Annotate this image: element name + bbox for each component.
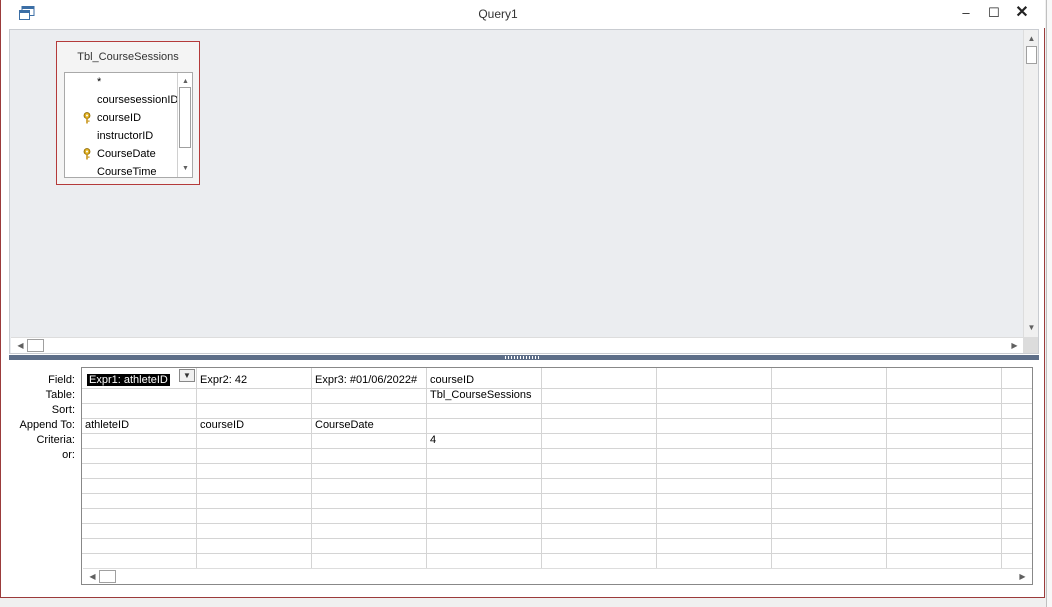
design-grid[interactable]: Expr1: athleteID ▼ athleteID Expr2: 42 c… <box>81 367 1033 585</box>
table-title[interactable]: Tbl_CourseSessions <box>57 51 199 63</box>
scroll-right-icon[interactable]: ▶ <box>1015 569 1030 584</box>
row-divider <box>82 538 1032 539</box>
field-list[interactable]: * coursesessionID courseID instructorID <box>64 72 193 178</box>
scrollbar-corner <box>1023 337 1038 353</box>
field-name: CourseTime <box>97 166 157 178</box>
row-divider <box>82 403 1032 404</box>
grid-cell-append-to[interactable]: athleteID <box>82 418 196 433</box>
row-label-sort: Sort: <box>51 404 75 416</box>
grid-cell-append-to[interactable]: CourseDate <box>312 418 426 433</box>
splitter-grip-icon[interactable] <box>505 356 541 359</box>
row-divider <box>82 388 1032 389</box>
field-name: instructorID <box>97 130 154 142</box>
scroll-up-icon[interactable]: ▲ <box>1024 31 1039 46</box>
scroll-down-icon[interactable]: ▼ <box>1024 320 1039 335</box>
design-vertical-scrollbar[interactable]: ▲ ▼ <box>1023 30 1038 352</box>
grid-cell-field[interactable]: courseID <box>427 373 541 388</box>
row-label-append-to: Append To: <box>19 419 75 431</box>
scroll-thumb[interactable] <box>1026 46 1037 64</box>
row-label-or: or: <box>62 449 75 461</box>
scroll-left-icon[interactable]: ◀ <box>13 338 28 353</box>
field-name: * <box>97 76 102 88</box>
field-name: coursesessionID <box>97 94 177 106</box>
row-label-table: Table: <box>45 389 75 401</box>
grid-cell-table[interactable]: Tbl_CourseSessions <box>427 388 541 403</box>
query-window: Query1 – ☐ ✕ Tbl_CourseSessions * course… <box>0 0 1045 598</box>
row-divider <box>82 448 1032 449</box>
field-name: courseID <box>97 112 142 124</box>
grid-horizontal-scrollbar[interactable]: ◀ ▶ <box>83 568 1032 584</box>
query-grid-pane: Field: Table: Sort: Append To: Criteria:… <box>9 361 1039 591</box>
row-divider <box>82 493 1032 494</box>
title-bar: Query1 – ☐ ✕ <box>1 0 1045 28</box>
grid-cell-append-to[interactable]: courseID <box>197 418 311 433</box>
row-label-field: Field: <box>48 374 75 386</box>
scroll-thumb[interactable] <box>99 570 116 583</box>
row-divider <box>82 553 1032 554</box>
field-list-scrollbar[interactable]: ▲ ▼ <box>177 73 192 177</box>
field-list-item[interactable]: * <box>65 73 177 91</box>
grid-cell-field[interactable]: Expr2: 42 <box>197 373 311 388</box>
maximize-button[interactable]: ☐ <box>980 3 1008 23</box>
field-list-item[interactable]: coursesessionID <box>65 91 177 109</box>
field-list-item[interactable]: CourseDate <box>65 145 177 163</box>
scroll-down-icon[interactable]: ▼ <box>178 161 192 176</box>
row-divider <box>82 463 1032 464</box>
scroll-thumb[interactable] <box>179 87 191 148</box>
minimize-button[interactable]: – <box>952 3 980 23</box>
scroll-right-icon[interactable]: ▶ <box>1007 338 1022 353</box>
row-divider <box>82 478 1032 479</box>
field-list-item[interactable]: courseID <box>65 109 177 127</box>
row-divider <box>82 508 1032 509</box>
grid-cell-criteria[interactable]: 4 <box>427 433 541 448</box>
selected-field-text[interactable]: Expr1: athleteID <box>87 374 170 386</box>
close-button[interactable]: ✕ <box>1008 3 1036 23</box>
row-divider <box>82 523 1032 524</box>
grid-cell-field[interactable]: Expr3: #01/06/2022# <box>312 373 426 388</box>
row-label-criteria: Criteria: <box>36 434 75 446</box>
scroll-thumb[interactable] <box>27 339 44 352</box>
query-design-pane[interactable]: Tbl_CourseSessions * coursesessionID cou… <box>9 29 1039 354</box>
table-field-list-box[interactable]: Tbl_CourseSessions * coursesessionID cou… <box>56 41 200 185</box>
window-title: Query1 <box>478 7 518 21</box>
primary-key-icon <box>83 112 91 124</box>
background-window-edge <box>1046 0 1052 607</box>
pane-splitter[interactable] <box>9 355 1039 360</box>
field-list-item[interactable]: CourseTime <box>65 163 177 178</box>
primary-key-icon <box>83 148 91 160</box>
row-divider <box>82 433 1032 434</box>
chevron-down-icon[interactable]: ▼ <box>179 369 195 382</box>
scroll-left-icon[interactable]: ◀ <box>85 569 100 584</box>
field-name: CourseDate <box>97 148 156 160</box>
design-horizontal-scrollbar[interactable]: ◀ ▶ <box>11 337 1023 353</box>
field-list-item[interactable]: instructorID <box>65 127 177 145</box>
